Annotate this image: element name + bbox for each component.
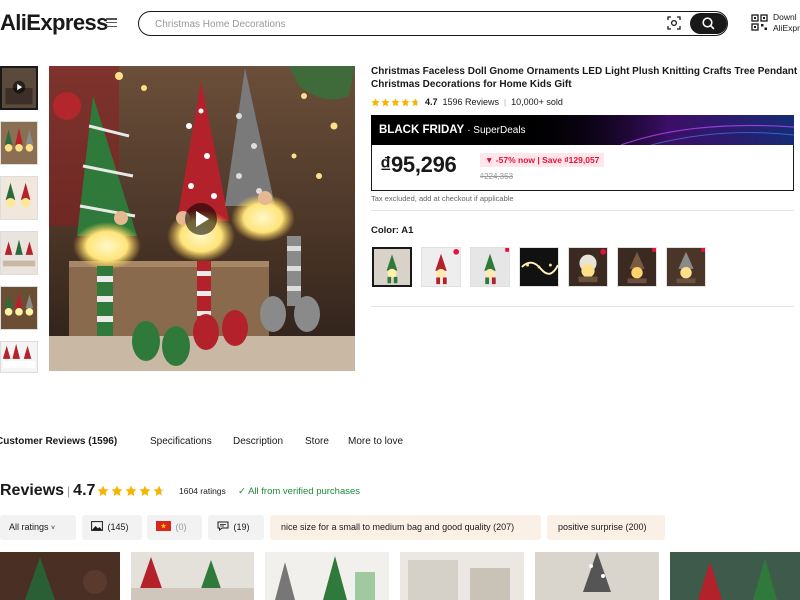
image-icon — [91, 521, 103, 531]
search-bar — [138, 11, 728, 36]
review-photo[interactable] — [535, 552, 659, 600]
verified-purchases: ✓ All from verified purchases — [238, 486, 360, 497]
search-button[interactable] — [690, 13, 727, 34]
original-price: ₫224,353 — [480, 172, 514, 181]
download-line-1: Downl — [773, 12, 797, 22]
star-icon — [125, 485, 137, 496]
half-star-icon — [411, 97, 420, 106]
comments-count: (19) — [233, 522, 250, 532]
star-icon — [139, 485, 151, 496]
comment-icon — [217, 521, 229, 532]
main-product-image[interactable] — [49, 66, 355, 371]
aliexpress-logo[interactable]: AliExpress — [0, 10, 108, 36]
filter-all-ratings[interactable]: All ratings ˅ — [0, 515, 76, 540]
download-app-link[interactable]: Downl AliExpr — [773, 12, 800, 34]
rating-row: 4.7 1596 Reviews | 10,000+ sold — [371, 96, 563, 108]
sold-count: 10,000+ sold — [511, 97, 563, 107]
rating-stars — [371, 97, 420, 107]
review-photo[interactable] — [265, 552, 389, 600]
tab-store[interactable]: Store — [305, 436, 329, 447]
star-icon — [381, 97, 390, 106]
qr-code-icon[interactable] — [751, 14, 768, 31]
divider — [371, 306, 794, 307]
review-photo[interactable] — [400, 552, 524, 600]
filter-tag-nice-size[interactable]: nice size for a small to medium bag and … — [270, 515, 541, 540]
country-count: (0) — [175, 522, 187, 532]
filter-with-images[interactable]: (145) — [82, 515, 142, 540]
star-icon — [391, 97, 400, 106]
color-label: Color: A1 — [371, 225, 414, 236]
star-icon — [371, 97, 380, 106]
star-icon — [111, 485, 123, 496]
thumbnail-video[interactable] — [0, 66, 38, 110]
price-box: ₫95,296 ▼ -57% now | Save ₫129,057 ₫224,… — [371, 145, 794, 191]
vietnam-flag-icon — [156, 521, 171, 531]
menu-icon[interactable] — [106, 18, 117, 27]
download-line-2: AliExpr — [773, 23, 800, 33]
discount-badge: ▼ -57% now | Save ₫129,057 — [480, 153, 605, 167]
reviews-heading: Reviews | 4.7 — [0, 482, 95, 500]
ratings-count: 1604 ratings — [179, 486, 226, 496]
color-swatch[interactable] — [372, 247, 412, 287]
half-star-icon — [153, 485, 165, 496]
review-photo[interactable] — [131, 552, 254, 600]
thumbnail[interactable] — [0, 121, 38, 165]
tax-note: Tax excluded, add at checkout if applica… — [371, 194, 514, 203]
thumbnail[interactable] — [0, 341, 38, 373]
check-icon: ✓ — [238, 486, 246, 497]
color-swatch[interactable] — [421, 247, 461, 287]
flame-icon: ▼ — [485, 155, 494, 165]
tab-specifications[interactable]: Specifications — [150, 436, 212, 447]
reviews-rating: 4.7 — [73, 482, 96, 499]
promo-main: BLACK FRIDAY — [379, 124, 464, 136]
tab-more-to-love[interactable]: More to love — [348, 436, 403, 447]
color-swatch[interactable] — [568, 247, 608, 287]
tab-description[interactable]: Description — [233, 436, 283, 447]
color-swatch[interactable] — [666, 247, 706, 287]
product-title: Christmas Faceless Doll Gnome Ornaments … — [371, 66, 798, 90]
search-icon — [702, 17, 715, 30]
color-swatch[interactable] — [617, 247, 657, 287]
black-friday-banner: BLACK FRIDAY · SuperDeals — [371, 115, 794, 145]
images-count: (145) — [107, 522, 129, 532]
review-photo[interactable] — [0, 552, 120, 600]
reviews-title: Reviews — [0, 482, 65, 499]
discount-text: -57% now | Save ₫129,057 — [495, 155, 600, 165]
review-count-link[interactable]: 1596 Reviews — [443, 97, 500, 107]
thumbnail[interactable] — [0, 286, 38, 330]
thumbnail[interactable] — [0, 176, 38, 220]
color-swatch[interactable] — [519, 247, 559, 287]
current-price: ₫95,296 — [380, 152, 457, 177]
image-search-icon[interactable] — [667, 16, 681, 30]
divider — [371, 210, 794, 211]
review-photo[interactable] — [670, 552, 800, 600]
promo-sub: SuperDeals — [473, 125, 526, 136]
rating-value: 4.7 — [425, 97, 438, 107]
divider: | — [67, 484, 71, 498]
filter-tag-positive-surprise[interactable]: positive surprise (200) — [547, 515, 665, 540]
color-swatch[interactable] — [470, 247, 510, 287]
reviews-stars — [97, 485, 165, 497]
star-icon — [97, 485, 109, 496]
filter-country[interactable]: (0) — [147, 515, 202, 540]
tab-customer-reviews[interactable]: Customer Reviews (1596) — [0, 436, 117, 447]
divider: | — [504, 97, 507, 107]
play-video-icon[interactable] — [185, 203, 217, 235]
filter-comments[interactable]: (19) — [208, 515, 264, 540]
all-ratings-label: All ratings — [9, 522, 49, 532]
chevron-down-icon: ˅ — [51, 525, 56, 532]
search-input[interactable] — [153, 15, 637, 33]
thumbnail[interactable] — [0, 231, 38, 275]
verified-text: All from verified purchases — [248, 486, 361, 497]
star-icon — [401, 97, 410, 106]
promo-label: BLACK FRIDAY · SuperDeals — [379, 124, 526, 136]
